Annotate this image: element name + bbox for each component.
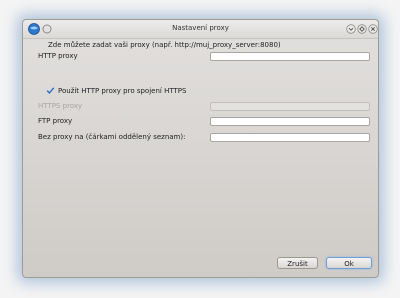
checkmark-icon xyxy=(46,87,55,95)
use-http-for-https-checkbox[interactable] xyxy=(46,86,55,95)
close-icon[interactable] xyxy=(368,24,378,34)
https-proxy-input xyxy=(210,102,370,111)
ok-button[interactable]: Ok xyxy=(326,257,372,269)
ftp-proxy-label: FTP proxy xyxy=(38,117,73,125)
intro-text: Zde můžete zadat vaši proxy (např. http:… xyxy=(48,41,281,49)
ftp-proxy-input[interactable] xyxy=(210,117,370,126)
use-http-for-https-label[interactable]: Použít HTTP proxy pro spojení HTTPS xyxy=(58,87,186,95)
maximize-icon[interactable] xyxy=(357,24,367,34)
no-proxy-input[interactable] xyxy=(210,133,370,142)
proxy-settings-dialog: Nastavení proxy Zde můžete zadat vaši pr… xyxy=(22,19,379,278)
http-proxy-label: HTTP proxy xyxy=(38,52,78,60)
http-proxy-input[interactable] xyxy=(210,52,370,61)
https-proxy-label: HTTPS proxy xyxy=(38,102,83,110)
minimize-icon[interactable] xyxy=(346,24,356,34)
title-bar[interactable]: Nastavení proxy xyxy=(23,20,378,39)
window-title: Nastavení proxy xyxy=(172,24,229,32)
cancel-button[interactable]: Zrušit xyxy=(277,257,318,269)
no-proxy-label: Bez proxy na (čárkami oddělený seznam): xyxy=(38,133,186,141)
